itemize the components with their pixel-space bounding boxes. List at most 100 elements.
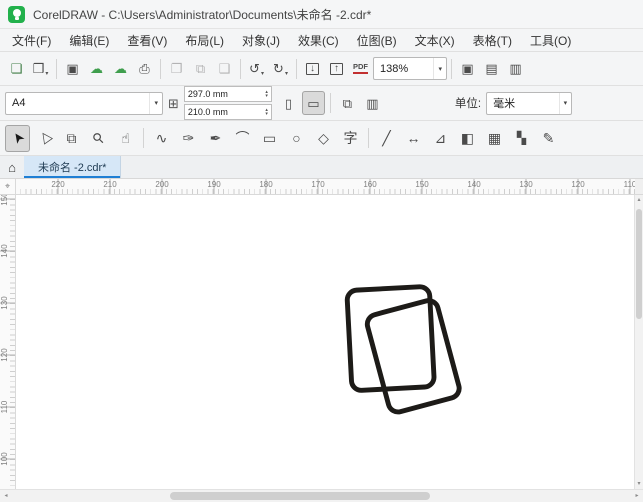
ruler-label: 150 <box>0 195 8 209</box>
zoom-tool[interactable]: ⚲ <box>86 125 111 152</box>
fullscreen-button[interactable]: ▣ <box>456 57 479 81</box>
polygon-tool[interactable]: ◇ <box>311 125 336 152</box>
eyedropper-tool[interactable]: ⊿ <box>428 125 453 152</box>
print-button[interactable]: ⎙ <box>133 57 156 81</box>
chevron-down-icon[interactable]: ▾ <box>559 93 572 114</box>
zoom-level-select[interactable]: 138% ▾ <box>373 57 447 80</box>
outline-pen-tool[interactable]: ✎ <box>536 125 561 152</box>
home-button[interactable]: ⌂ <box>0 156 24 178</box>
options-button[interactable]: ▥ <box>504 57 527 81</box>
ruler-label: 170 <box>308 180 328 189</box>
vertical-scrollbar-thumb[interactable] <box>636 209 642 319</box>
portrait-button[interactable]: ▯ <box>277 91 300 115</box>
landscape-button[interactable]: ▭ <box>302 91 325 115</box>
separator <box>240 59 241 79</box>
copy-button[interactable]: ❐ <box>165 57 188 81</box>
scroll-down-icon[interactable]: ▾ <box>635 479 643 489</box>
spin-down-icon[interactable]: ▾ <box>265 112 268 117</box>
scroll-up-icon[interactable]: ▴ <box>635 195 643 205</box>
freehand-tool[interactable]: ∿ <box>149 125 174 152</box>
scroll-left-icon[interactable]: ◂ <box>0 490 12 502</box>
show-rulers-button[interactable]: ▤ <box>480 57 503 81</box>
menu-file[interactable]: 文件(F) <box>3 29 60 51</box>
pan-tool[interactable]: ☝ <box>113 125 138 152</box>
rounded-rectangle-front[interactable] <box>365 298 461 414</box>
menu-object[interactable]: 对象(J) <box>233 29 289 51</box>
new-document-button[interactable]: ❏ <box>5 57 28 81</box>
rectangle-tool[interactable]: ▭ <box>257 125 282 152</box>
spin-down-icon[interactable]: ▾ <box>265 94 268 99</box>
text-tool[interactable]: 字 <box>338 125 363 152</box>
separator <box>330 93 331 113</box>
chevron-down-icon[interactable]: ▾ <box>149 93 162 114</box>
cloud-download-button[interactable]: ☁ <box>85 57 108 81</box>
separator <box>143 128 144 148</box>
ellipse-tool[interactable]: ○ <box>284 125 309 152</box>
toolbox: ➤▷ ⧉ ⚲☝ ∿✑ ✒ ⌒ ▭ ○ ◇字 ╱↔⊿◧▦ ▚ ✎ <box>0 121 643 156</box>
horizontal-scrollbar[interactable]: ◂ ▸ <box>0 489 643 502</box>
units-select[interactable]: 毫米 ▾ <box>486 92 572 115</box>
pen-icon: ✒ <box>210 131 222 145</box>
duplicate-button[interactable]: ❑ <box>213 57 236 81</box>
horizontal-scrollbar-thumb[interactable] <box>170 492 430 500</box>
undo-button[interactable]: ↺▾ <box>245 57 268 81</box>
redo-button[interactable]: ↻▾ <box>269 57 292 81</box>
current-page-button[interactable]: ▥ <box>361 91 384 115</box>
property-bar: A4 ▾ ⊞ 297.0 mm ▴ ▾ 210.0 mm ▴ ▾ ▯▭⧉▥ 单位… <box>0 86 643 121</box>
dimension-tool[interactable]: ↔ <box>401 125 426 152</box>
menu-tools[interactable]: 工具(O) <box>521 29 580 51</box>
ruler-origin-button[interactable]: ⌖ <box>0 179 16 194</box>
ruler-origin-icon: ⌖ <box>5 181 10 192</box>
shape-tool[interactable]: ▷ <box>32 125 57 152</box>
transparency-icon: ▚ <box>517 132 526 144</box>
crop-tool[interactable]: ⧉ <box>59 125 84 152</box>
page-option-buttons: ▯ ▭ ⧉▥ <box>277 91 384 115</box>
pdf-button[interactable]: PDF <box>349 57 372 81</box>
spinner-arrows-icon[interactable]: ▴ ▾ <box>265 90 268 99</box>
menu-edit[interactable]: 编辑(E) <box>60 29 118 51</box>
menu-layout[interactable]: 布局(L) <box>176 29 233 51</box>
open-button[interactable]: ❒▾ <box>29 57 52 81</box>
all-pages-button[interactable]: ⧉ <box>336 91 359 115</box>
crop-icon: ⧉ <box>67 131 77 145</box>
export-button[interactable]: ↑ <box>325 57 348 81</box>
page-width-value: 297.0 mm <box>188 89 265 99</box>
artistic-media-tool[interactable]: ✑ <box>176 125 201 152</box>
scroll-right-icon[interactable]: ▸ <box>631 490 643 502</box>
page-size-select[interactable]: A4 ▾ <box>5 92 163 115</box>
ellipse-icon: ○ <box>292 131 300 145</box>
pick-tool[interactable]: ➤ <box>5 125 30 152</box>
bezier-icon: ⌒ <box>236 131 250 145</box>
transparency-tool[interactable]: ▚ <box>509 125 534 152</box>
cloud-upload-button[interactable]: ☁ <box>109 57 132 81</box>
canvas-drawing[interactable] <box>16 195 634 489</box>
chevron-down-icon[interactable]: ▾ <box>45 70 48 77</box>
chevron-down-icon[interactable]: ▾ <box>261 70 264 77</box>
redo-icon: ↻ <box>273 62 284 75</box>
smart-fill-tool[interactable]: ▦ <box>482 125 507 152</box>
document-tab[interactable]: 未命名 -2.cdr* <box>24 156 121 178</box>
spinner-arrows-icon[interactable]: ▴ ▾ <box>265 108 268 117</box>
landscape-icon: ▭ <box>307 97 319 110</box>
interactive-fill-tool[interactable]: ◧ <box>455 125 480 152</box>
import-button[interactable]: ↓ <box>301 57 324 81</box>
bezier-tool[interactable]: ⌒ <box>230 125 255 152</box>
menu-view[interactable]: 查看(V) <box>118 29 176 51</box>
menu-text[interactable]: 文本(X) <box>406 29 464 51</box>
horizontal-ruler[interactable]: 220210200190180170160150140130120110 <box>16 179 635 194</box>
page-height-input[interactable]: 210.0 mm ▴ ▾ <box>184 104 272 120</box>
pen-tool[interactable]: ✒ <box>203 125 228 152</box>
save-button[interactable]: ▣ <box>61 57 84 81</box>
menu-bitmaps[interactable]: 位图(B) <box>348 29 406 51</box>
page-width-input[interactable]: 297.0 mm ▴ ▾ <box>184 86 272 102</box>
drawing-canvas[interactable] <box>16 195 634 489</box>
paste-button[interactable]: ⧉ <box>189 57 212 81</box>
menu-table[interactable]: 表格(T) <box>464 29 521 51</box>
chevron-down-icon[interactable]: ▾ <box>433 58 446 79</box>
vertical-scrollbar[interactable]: ▴ ▾ <box>634 195 643 489</box>
vertical-ruler[interactable]: 150140130120110100 <box>0 195 16 489</box>
chevron-down-icon[interactable]: ▾ <box>285 70 288 77</box>
line-tool[interactable]: ╱ <box>374 125 399 152</box>
zoom-level-value: 138% <box>380 63 408 75</box>
menu-effects[interactable]: 效果(C) <box>289 29 348 51</box>
